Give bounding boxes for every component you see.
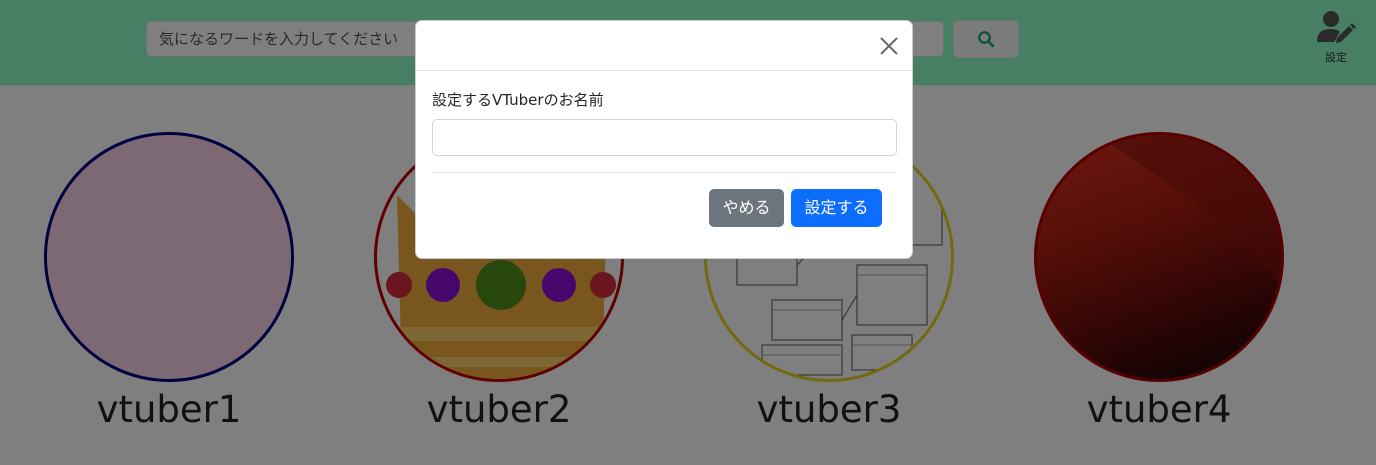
confirm-button[interactable]: 設定する xyxy=(791,189,882,227)
cancel-button[interactable]: やめる xyxy=(709,189,784,227)
vtuber-name-input[interactable] xyxy=(432,119,897,156)
settings-dialog: 設定するVTuberのお名前 やめる 設定する xyxy=(415,20,913,259)
dialog-header xyxy=(416,21,912,71)
vtuber-name-label: 設定するVTuberのお名前 xyxy=(432,91,604,109)
close-icon xyxy=(880,37,898,55)
divider xyxy=(432,172,897,173)
close-button[interactable] xyxy=(878,35,900,57)
